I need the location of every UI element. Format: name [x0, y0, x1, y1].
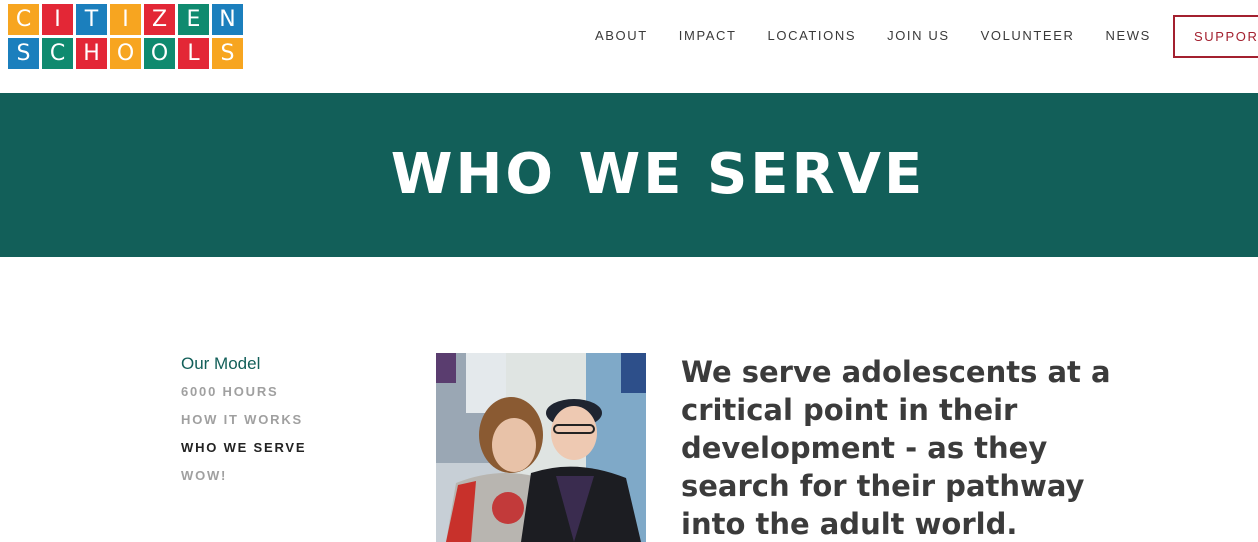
citizen-schools-logo[interactable]: C I T I Z E N S C H O O L S	[8, 4, 245, 70]
logo-tile: I	[42, 4, 73, 35]
logo-tile: L	[178, 38, 209, 69]
logo-tile: T	[76, 4, 107, 35]
logo-row-citizen: C I T I Z E N	[8, 4, 245, 35]
logo-tile: C	[8, 4, 39, 35]
side-nav-our-model[interactable]: Our Model	[181, 354, 306, 374]
logo-tile: C	[42, 38, 73, 69]
intro-statement: We serve adolescents at a critical point…	[681, 355, 1111, 541]
side-nav-who-we-serve[interactable]: WHO WE SERVE	[181, 439, 306, 456]
logo-tile: E	[178, 4, 209, 35]
section-side-nav: Our Model 6000 HOURS HOW IT WORKS WHO WE…	[181, 354, 306, 495]
logo-tile: S	[8, 38, 39, 69]
nav-item-join-us[interactable]: JOIN US	[887, 28, 949, 43]
logo-tile: H	[76, 38, 107, 69]
side-nav-wow[interactable]: WOW!	[181, 467, 306, 484]
page-title: WHO WE SERVE	[390, 142, 926, 207]
nav-item-news[interactable]: NEWS	[1105, 28, 1150, 43]
logo-tile: N	[212, 4, 243, 35]
logo-tile: O	[110, 38, 141, 69]
logo-row-schools: S C H O O L S	[8, 38, 245, 69]
logo-tile: Z	[144, 4, 175, 35]
site-header: C I T I Z E N S C H O O L S ABOUT IMPACT…	[0, 0, 1258, 93]
support-button[interactable]: SUPPORT	[1173, 15, 1258, 58]
side-nav-how-it-works[interactable]: HOW IT WORKS	[181, 411, 306, 428]
page-hero: WHO WE SERVE	[0, 93, 1258, 257]
logo-tile: I	[110, 4, 141, 35]
nav-item-about[interactable]: ABOUT	[595, 28, 648, 43]
nav-item-impact[interactable]: IMPACT	[679, 28, 737, 43]
side-nav-6000-hours[interactable]: 6000 HOURS	[181, 383, 306, 400]
logo-tile: O	[144, 38, 175, 69]
nav-item-volunteer[interactable]: VOLUNTEER	[981, 28, 1075, 43]
students-photo	[436, 353, 646, 542]
logo-tile: S	[212, 38, 243, 69]
main-nav: ABOUT IMPACT LOCATIONS JOIN US VOLUNTEER…	[595, 28, 1182, 43]
nav-item-locations[interactable]: LOCATIONS	[768, 28, 857, 43]
